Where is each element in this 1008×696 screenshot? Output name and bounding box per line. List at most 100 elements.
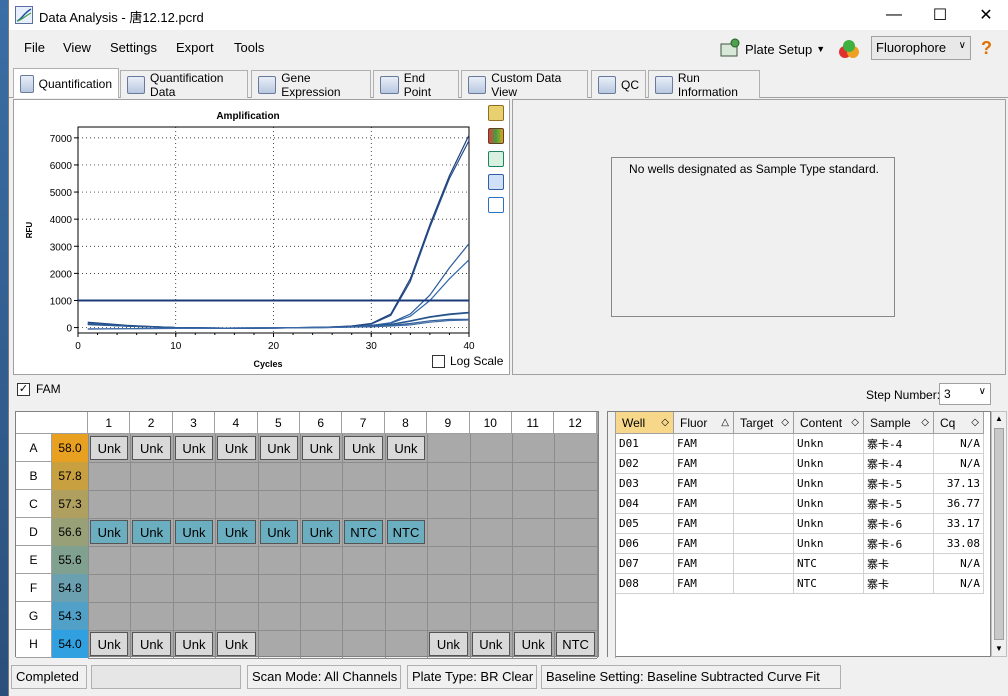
plate-well[interactable]: Unk [259, 436, 298, 460]
plate-column-header[interactable]: 8 [384, 412, 428, 434]
table-cell[interactable] [734, 454, 794, 474]
table-cell[interactable]: Unkn [794, 434, 864, 454]
plate-well[interactable]: NTC [386, 520, 426, 544]
plate-well[interactable]: Unk [386, 436, 426, 460]
table-cell[interactable] [734, 574, 794, 594]
plate-well[interactable]: Unk [132, 520, 171, 544]
well-group-icon[interactable] [837, 38, 861, 62]
plate-column-header[interactable]: 5 [257, 412, 300, 434]
table-cell[interactable]: FAM [674, 454, 734, 474]
table-cell[interactable]: 寨卡-6 [864, 534, 934, 554]
plate-well[interactable]: Unk [90, 436, 129, 460]
table-cell[interactable]: 37.13 [934, 474, 984, 494]
tab-quantification-data[interactable]: Quantification Data [120, 70, 248, 99]
table-cell[interactable]: Unkn [794, 474, 864, 494]
menu-tools[interactable]: Tools [234, 40, 264, 55]
table-cell[interactable]: Unkn [794, 514, 864, 534]
column-header-well[interactable]: Well ◇ [616, 412, 674, 434]
fam-toggle[interactable]: ✓ FAM [17, 382, 61, 396]
table-cell[interactable]: 寨卡-4 [864, 454, 934, 474]
plate-well[interactable]: Unk [344, 436, 383, 460]
plate-row-header[interactable]: G [16, 602, 52, 630]
table-cell[interactable]: N/A [934, 454, 984, 474]
table-cell[interactable]: FAM [674, 574, 734, 594]
plate-column-header[interactable]: 6 [300, 412, 343, 434]
tab-gene-expression[interactable]: Gene Expression [251, 70, 371, 99]
table-cell[interactable]: 36.77 [934, 494, 984, 514]
zoom-icon[interactable] [488, 174, 504, 190]
tab-custom-data-view[interactable]: Custom Data View [461, 70, 588, 99]
menu-view[interactable]: View [63, 40, 91, 55]
menu-file[interactable]: File [24, 40, 45, 55]
plate-row-header[interactable]: F [16, 574, 52, 602]
plate-well[interactable]: Unk [514, 632, 553, 656]
table-cell[interactable] [734, 514, 794, 534]
table-cell[interactable]: D03 [616, 474, 674, 494]
tab-quantification[interactable]: Quantification [13, 68, 119, 98]
column-header-target[interactable]: Target ◇ [734, 412, 794, 434]
table-cell[interactable]: FAM [674, 474, 734, 494]
table-cell[interactable]: Unkn [794, 454, 864, 474]
log-scale-checkbox[interactable] [432, 354, 445, 368]
scroll-down-icon[interactable]: ▼ [994, 644, 1004, 654]
table-cell[interactable]: 寨卡-6 [864, 514, 934, 534]
table-cell[interactable]: 寨卡 [864, 554, 934, 574]
table-cell[interactable]: D07 [616, 554, 674, 574]
plate-well[interactable]: Unk [259, 520, 298, 544]
plate-row-header[interactable]: B [16, 462, 52, 490]
table-cell[interactable]: FAM [674, 514, 734, 534]
table-cell[interactable] [734, 434, 794, 454]
tab-qc[interactable]: QC [591, 70, 646, 98]
table-cell[interactable]: FAM [674, 554, 734, 574]
plate-column-header[interactable]: 4 [215, 412, 258, 434]
table-cell[interactable]: FAM [674, 494, 734, 514]
copy-icon[interactable] [488, 105, 504, 121]
plate-column-header[interactable]: 10 [469, 412, 512, 434]
table-cell[interactable]: NTC [794, 554, 864, 574]
table-cell[interactable]: D04 [616, 494, 674, 514]
plate-column-header[interactable]: 1 [88, 412, 131, 434]
plate-setup-button[interactable]: Plate Setup ▼ [719, 36, 825, 62]
menu-export[interactable]: Export [176, 40, 214, 55]
curve-fit-icon[interactable] [488, 197, 504, 213]
table-cell[interactable]: N/A [934, 574, 984, 594]
plate-well[interactable]: Unk [90, 632, 129, 656]
plate-column-header[interactable]: 3 [172, 412, 216, 434]
plate-row-header[interactable]: H [16, 630, 52, 658]
fluorophore-select[interactable]: Fluorophore ∨ [871, 36, 971, 60]
plate-well[interactable]: Unk [132, 632, 171, 656]
plate-well[interactable]: Unk [174, 436, 214, 460]
minimize-button[interactable]: — [871, 0, 917, 30]
fam-checkbox[interactable]: ✓ [17, 382, 30, 396]
plate-well[interactable]: NTC [344, 520, 383, 544]
chart-options-icon[interactable] [488, 128, 504, 144]
table-cell[interactable]: 寨卡-5 [864, 494, 934, 514]
plate-well[interactable]: Unk [174, 632, 214, 656]
plate-row-header[interactable]: A [16, 434, 52, 462]
table-cell[interactable]: 33.17 [934, 514, 984, 534]
column-header-fluor[interactable]: Fluor △ [674, 412, 734, 434]
table-cell[interactable]: D05 [616, 514, 674, 534]
table-cell[interactable]: D06 [616, 534, 674, 554]
scroll-up-icon[interactable]: ▲ [994, 414, 1004, 424]
plate-column-header[interactable]: 9 [427, 412, 470, 434]
table-cell[interactable]: 寨卡-5 [864, 474, 934, 494]
table-cell[interactable]: FAM [674, 534, 734, 554]
table-cell[interactable] [734, 494, 794, 514]
table-cell[interactable]: 寨卡 [864, 574, 934, 594]
plate-column-header[interactable]: 2 [130, 412, 173, 434]
table-cell[interactable]: N/A [934, 554, 984, 574]
plate-well[interactable]: Unk [302, 520, 341, 544]
export-icon[interactable] [488, 151, 504, 167]
plate-well[interactable]: NTC [556, 632, 595, 656]
plate-row-header[interactable]: E [16, 546, 52, 574]
table-cell[interactable]: 寨卡-4 [864, 434, 934, 454]
plate-column-header[interactable]: 7 [342, 412, 385, 434]
plate-column-header[interactable]: 11 [512, 412, 555, 434]
column-header-content[interactable]: Content ◇ [794, 412, 864, 434]
table-cell[interactable]: D01 [616, 434, 674, 454]
plate-well[interactable]: Unk [302, 436, 341, 460]
log-scale-toggle[interactable]: Log Scale [432, 354, 503, 368]
column-header-cq[interactable]: Cq ◇ [934, 412, 984, 434]
plate-well[interactable]: Unk [217, 436, 256, 460]
